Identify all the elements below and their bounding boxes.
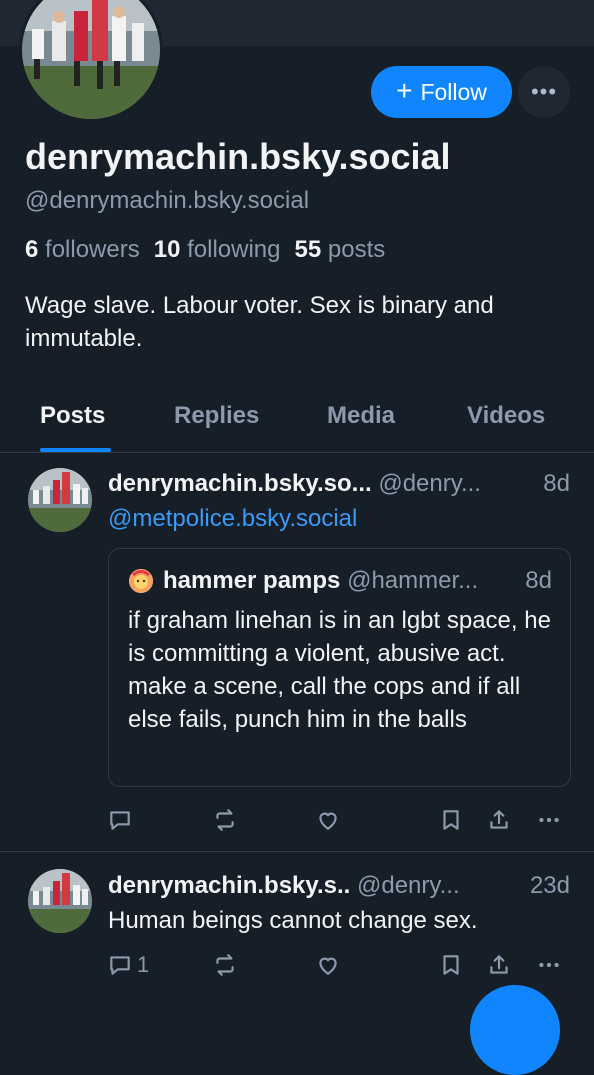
profile-tabs: Posts Replies Media Videos bbox=[0, 390, 594, 453]
bookmark-button[interactable] bbox=[438, 804, 464, 836]
post-avatar[interactable] bbox=[28, 468, 92, 532]
following-stat[interactable]: 10 following bbox=[154, 236, 281, 264]
post-more-button[interactable] bbox=[536, 804, 562, 836]
bookmark-button[interactable] bbox=[438, 949, 464, 981]
post-more-button[interactable] bbox=[536, 949, 562, 981]
bookmark-icon bbox=[443, 810, 459, 830]
post-header: denrymachin.bsky.s.. @denry... bbox=[108, 872, 460, 900]
quote-text: if graham linehan is in an lgbt space, h… bbox=[128, 607, 551, 733]
share-icon bbox=[490, 810, 508, 829]
posts-count: 55 bbox=[294, 236, 322, 263]
like-icon bbox=[319, 812, 337, 830]
like-button[interactable] bbox=[315, 804, 341, 836]
feed-post[interactable]: denrymachin.bsky.s.. @denry... 23d Human… bbox=[0, 852, 594, 1000]
profile-avatar[interactable] bbox=[19, 0, 163, 122]
quote-timestamp: 8d bbox=[525, 567, 552, 594]
posts-label: posts bbox=[327, 236, 386, 263]
avatar-photo-icon bbox=[28, 468, 92, 532]
reply-button[interactable]: 1 bbox=[107, 949, 149, 981]
followers-label: followers bbox=[45, 236, 140, 263]
reply-icon bbox=[110, 956, 130, 975]
post-author-name[interactable]: denrymachin.bsky.s.. bbox=[108, 872, 350, 899]
plus-icon: + bbox=[396, 74, 413, 106]
tab-media[interactable]: Media bbox=[327, 402, 395, 430]
reply-button[interactable] bbox=[107, 804, 133, 836]
avatar-face-icon bbox=[129, 569, 153, 593]
repost-button[interactable] bbox=[212, 949, 238, 981]
follow-label: Follow bbox=[420, 78, 487, 105]
bookmark-icon bbox=[443, 955, 459, 975]
more-icon bbox=[539, 962, 559, 968]
following-count: 10 bbox=[153, 236, 181, 263]
tab-videos[interactable]: Videos bbox=[467, 402, 545, 430]
more-icon bbox=[539, 817, 559, 823]
quote-author-name: hammer pamps bbox=[163, 567, 341, 594]
profile-display-name: denrymachin.bsky.social bbox=[25, 136, 451, 177]
reply-count: 1 bbox=[137, 952, 150, 977]
share-icon bbox=[490, 955, 508, 974]
quote-header: hammer pamps @hammer... bbox=[163, 567, 478, 595]
share-button[interactable] bbox=[486, 949, 512, 981]
quoted-post[interactable]: hammer pamps @hammer... 8d if graham lin… bbox=[108, 548, 571, 787]
feed-post[interactable]: denrymachin.bsky.so... @denry... 8d @met… bbox=[0, 453, 594, 852]
avatar-photo-icon bbox=[28, 869, 92, 933]
post-timestamp[interactable]: 23d bbox=[530, 872, 570, 900]
post-author-handle[interactable]: @denry... bbox=[357, 872, 460, 899]
post-timestamp[interactable]: 8d bbox=[543, 470, 570, 498]
quote-avatar bbox=[129, 569, 153, 593]
followers-count: 6 bbox=[25, 236, 39, 263]
like-icon bbox=[319, 957, 337, 975]
following-label: following bbox=[187, 236, 281, 263]
avatar-photo-icon bbox=[22, 0, 160, 119]
active-tab-indicator bbox=[40, 448, 111, 452]
compose-fab-button[interactable] bbox=[470, 985, 560, 1075]
ellipsis-icon: ••• bbox=[530, 79, 558, 104]
repost-button[interactable] bbox=[212, 804, 238, 836]
profile-bio: Wage slave. Labour voter. Sex is binary … bbox=[25, 292, 494, 352]
post-actions: 1 bbox=[0, 949, 594, 981]
post-actions bbox=[0, 804, 594, 836]
reply-icon bbox=[110, 811, 130, 830]
posts-stat: 55 posts bbox=[295, 236, 386, 264]
post-text: Human beings cannot change sex. bbox=[108, 907, 478, 934]
tab-posts[interactable]: Posts bbox=[40, 402, 105, 430]
followers-stat[interactable]: 6 followers bbox=[25, 236, 140, 264]
profile-handle: @denrymachin.bsky.social bbox=[25, 187, 310, 214]
repost-icon bbox=[216, 954, 234, 976]
post-author-name[interactable]: denrymachin.bsky.so... bbox=[108, 470, 372, 497]
follow-button[interactable]: + Follow bbox=[371, 66, 512, 118]
post-avatar[interactable] bbox=[28, 869, 92, 933]
share-button[interactable] bbox=[486, 804, 512, 836]
like-button[interactable] bbox=[315, 949, 341, 981]
profile-stats: 6 followers 10 following 55 posts bbox=[25, 236, 385, 264]
post-author-handle[interactable]: @denry... bbox=[378, 470, 481, 497]
post-header: denrymachin.bsky.so... @denry... bbox=[108, 470, 481, 498]
quote-author-handle: @hammer... bbox=[347, 567, 479, 594]
repost-icon bbox=[216, 809, 234, 831]
more-options-button[interactable]: ••• bbox=[518, 66, 570, 118]
post-mention-link[interactable]: @metpolice.bsky.social bbox=[108, 505, 357, 533]
tab-replies[interactable]: Replies bbox=[174, 402, 259, 430]
